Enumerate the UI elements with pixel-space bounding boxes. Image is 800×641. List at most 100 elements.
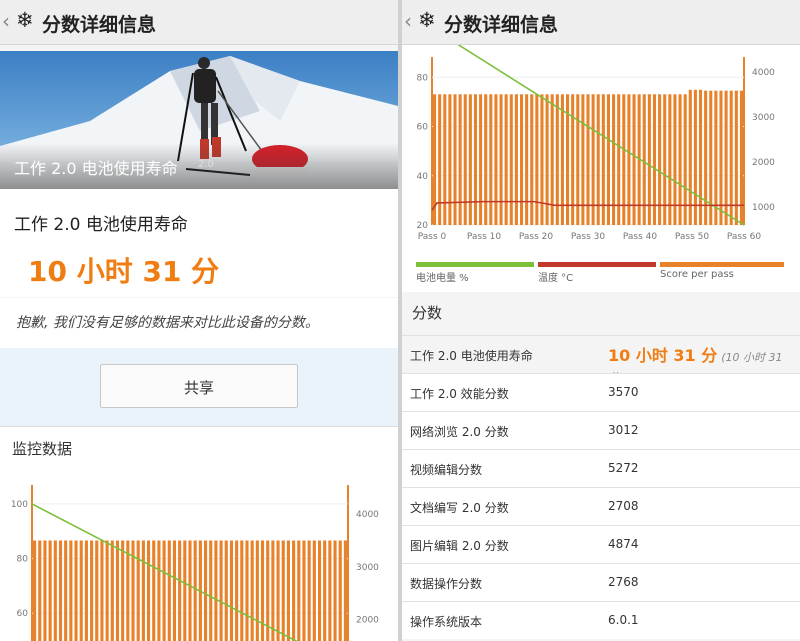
score-bar <box>121 540 125 641</box>
score-bar <box>43 540 47 641</box>
score-bar <box>448 94 452 225</box>
legend-battery-swatch <box>416 262 534 267</box>
score-bar <box>292 540 296 641</box>
left-tick-label: 20 <box>417 221 429 231</box>
legend-score-label: Score per pass <box>660 269 734 280</box>
score-value-text: 5272 <box>608 461 639 475</box>
score-bar <box>323 540 327 641</box>
score-row: 工作 2.0 效能分数 3570 <box>402 373 800 411</box>
score-row-label: 数据操作分数 <box>410 577 483 591</box>
score-bar <box>214 540 218 641</box>
score-row: 工作 2.0 电池使用寿命10 小时 31 分(10 小时 31 分) <box>402 335 800 384</box>
score-bar <box>147 540 151 641</box>
score-bar <box>136 540 140 641</box>
monitor-chart-right: 20 40 60 80 1000 2000 3000 4000 Pass 0 Pass 10 Pas… <box>417 45 775 242</box>
score-bar <box>229 540 233 641</box>
score-bar <box>499 94 503 225</box>
score-bar <box>48 540 52 641</box>
back-icon[interactable]: ‹ <box>2 9 10 33</box>
score-bar <box>203 540 208 641</box>
score-bar <box>494 94 498 225</box>
score-bar <box>260 540 265 641</box>
score-bar <box>514 94 518 225</box>
score-bar <box>317 540 322 641</box>
score-bar <box>545 94 549 225</box>
score-row-label: 网络浏览 2.0 分数 <box>410 425 509 439</box>
app-bar-right: ‹ ❄ 分数详细信息 <box>402 0 800 45</box>
hero-version-tag: 2.0 <box>198 159 214 170</box>
score-bar <box>105 540 109 641</box>
score-bar <box>193 540 197 641</box>
score-bar <box>489 94 493 225</box>
left-tick-label: 80 <box>417 73 429 83</box>
score-value-text: 3012 <box>608 423 639 437</box>
score-bar <box>504 94 508 225</box>
score-bar <box>519 94 524 225</box>
page-title: 分数详细信息 <box>42 14 157 36</box>
score-row-value: 2708 <box>608 499 639 513</box>
score-bar <box>338 540 342 641</box>
score-bar <box>540 94 544 225</box>
score-bar <box>167 540 171 641</box>
right-tick-label: 4000 <box>356 510 379 520</box>
score-row: 网络浏览 2.0 分数 3012 <box>402 411 800 449</box>
score-row: 数据操作分数 2768 <box>402 563 800 601</box>
score-value-text: 4874 <box>608 537 639 551</box>
score-bar <box>74 540 78 641</box>
score-bar <box>245 540 249 641</box>
snowflake-icon: ❄ <box>418 8 436 32</box>
score-bar <box>178 540 182 641</box>
score-bar <box>58 540 63 641</box>
score-bar <box>343 540 347 641</box>
right-tick-label: 4000 <box>752 68 775 78</box>
right-tick-label: 3000 <box>752 113 775 123</box>
page-title: 分数详细信息 <box>444 14 559 36</box>
score-bar <box>157 540 161 641</box>
score-bar <box>479 94 483 225</box>
score-bar <box>438 94 442 225</box>
test-title: 工作 2.0 电池使用寿命 <box>14 215 188 235</box>
comparison-notice: 抱歉, 我们没有足够的数据来对比此设备的分数。 <box>16 315 319 331</box>
score-value-text: 2708 <box>608 499 639 513</box>
score-bar <box>240 540 244 641</box>
score-bar <box>463 94 467 225</box>
score-bar <box>162 540 166 641</box>
score-row-value: 4874 <box>608 537 639 551</box>
left-tick-label: 80 <box>17 555 29 565</box>
score-row-label: 视频编辑分数 <box>410 463 483 477</box>
x-tick-label: Pass 50 <box>675 232 710 242</box>
back-icon[interactable]: ‹ <box>404 9 412 33</box>
score-bar <box>64 540 68 641</box>
x-tick-label: Pass 10 <box>467 232 502 242</box>
score-row-label: 操作系统版本 <box>410 615 483 629</box>
score-row: 视频编辑分数 5272 <box>402 449 800 487</box>
left-panel: ‹ ❄ 分数详细信息 工作 2.0 电池使用寿命 2.0 工作 2.0 电池使用… <box>0 0 398 641</box>
score-bar <box>115 540 120 641</box>
score-bar <box>453 94 457 225</box>
battery-life-score: 10 小时 31 分 <box>28 255 220 288</box>
score-value-text: 6.0.1 <box>608 613 639 627</box>
score-value-text: 3570 <box>608 385 639 399</box>
hero-test-title: 工作 2.0 电池使用寿命 <box>14 159 178 178</box>
score-bar <box>38 540 42 641</box>
score-value-text: 10 小时 31 分 <box>608 346 718 365</box>
left-tick-label: 40 <box>417 172 429 182</box>
score-bar <box>484 94 488 225</box>
left-tick-label: 60 <box>417 123 429 133</box>
score-bar <box>255 540 259 641</box>
left-tick-label: 100 <box>11 500 28 510</box>
share-button[interactable]: 共享 <box>100 364 298 408</box>
score-bar <box>473 94 478 225</box>
score-bar <box>302 540 306 641</box>
score-bar <box>188 540 192 641</box>
monitor-chart-left: 60 80 100 2000 3000 4000 <box>11 485 379 641</box>
score-bar <box>141 540 145 641</box>
legend-score-swatch <box>660 262 784 267</box>
right-tick-label: 1000 <box>752 203 775 213</box>
app-bar: ‹ ❄ 分数详细信息 <box>0 0 398 45</box>
score-section-header: 分数 <box>412 304 443 322</box>
right-tick-label: 2000 <box>752 158 775 168</box>
score-bar <box>95 540 99 641</box>
score-bar <box>328 540 332 641</box>
x-tick-label: Pass 60 <box>727 232 762 242</box>
